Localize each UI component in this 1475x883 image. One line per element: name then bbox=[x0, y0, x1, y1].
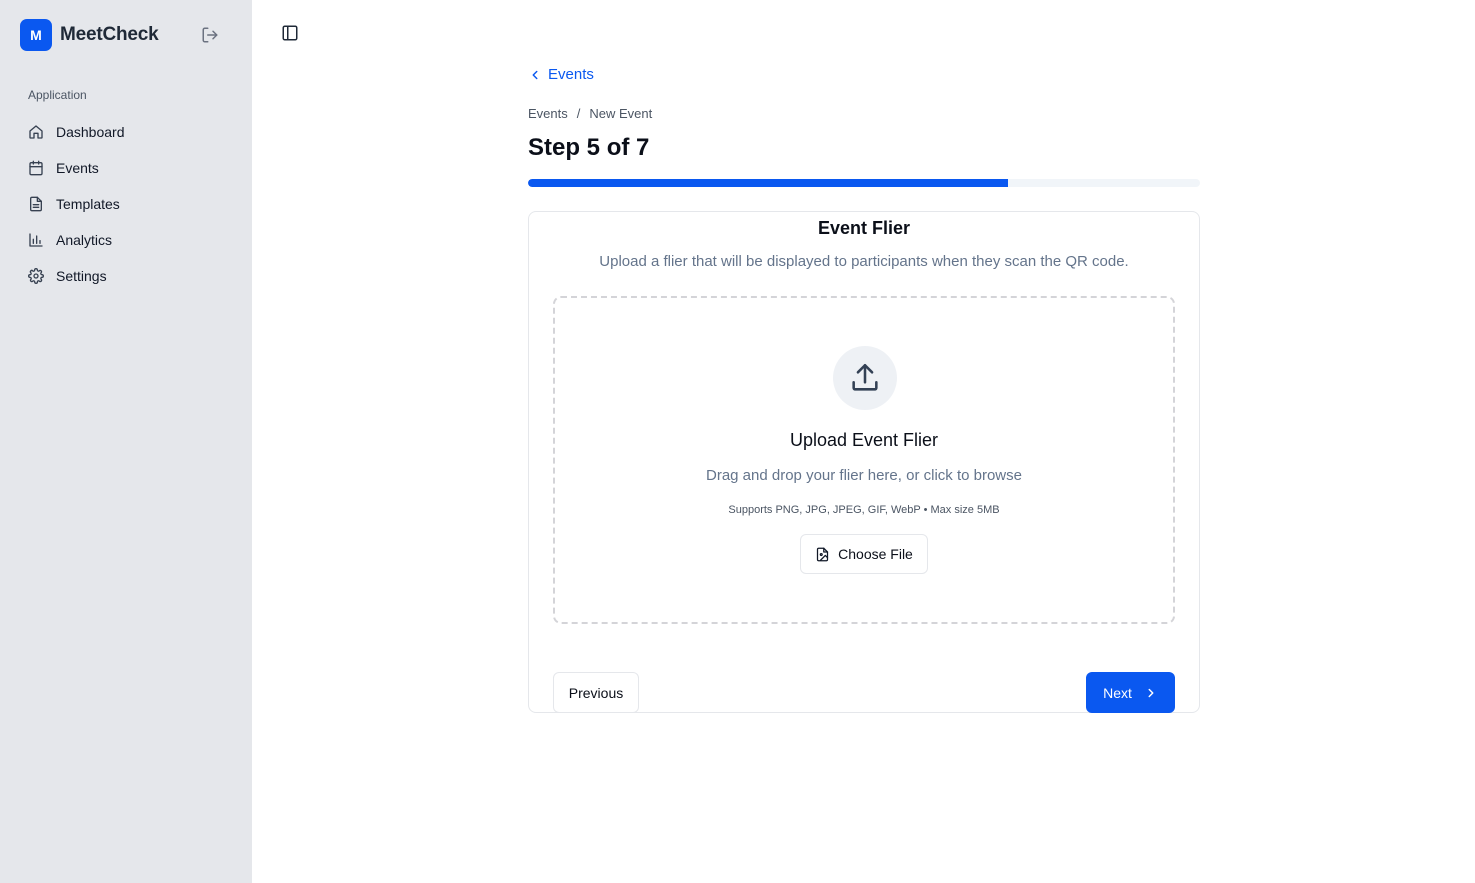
home-icon bbox=[29, 125, 43, 139]
sidebar-item-events[interactable]: Events bbox=[20, 150, 234, 186]
sidebar-item-analytics[interactable]: Analytics bbox=[20, 222, 234, 258]
choose-file-button[interactable]: Choose File bbox=[800, 534, 928, 574]
event-flier-card: Event Flier Upload a flier that will be … bbox=[528, 211, 1200, 713]
breadcrumb-current: New Event bbox=[589, 106, 653, 121]
app-logo: M bbox=[20, 19, 52, 51]
calendar-icon bbox=[29, 160, 43, 176]
previous-button[interactable]: Previous bbox=[553, 672, 639, 713]
sidebar-item-label: Settings bbox=[56, 268, 107, 284]
sidebar: M MeetCheck Application Dashboard Events… bbox=[0, 0, 252, 883]
back-link[interactable]: Events bbox=[528, 66, 594, 83]
app-name: MeetCheck bbox=[60, 24, 159, 45]
sidebar-item-dashboard[interactable]: Dashboard bbox=[20, 114, 234, 150]
sidebar-item-label: Analytics bbox=[56, 232, 113, 248]
chevron-left-icon bbox=[532, 70, 538, 79]
progress-bar bbox=[528, 179, 1200, 187]
card-title: Event Flier bbox=[817, 218, 911, 238]
next-label: Next bbox=[1103, 684, 1132, 701]
back-link-label: Events bbox=[548, 66, 594, 83]
upload-icon-circle bbox=[833, 346, 897, 410]
dropzone-description: Drag and drop your flier here, or click … bbox=[706, 467, 1022, 484]
previous-label: Previous bbox=[568, 684, 624, 701]
breadcrumb-separator: / bbox=[576, 106, 581, 121]
sidebar-toggle-icon[interactable] bbox=[281, 24, 299, 42]
sidebar-item-settings[interactable]: Settings bbox=[20, 258, 234, 294]
sidebar-item-label: Events bbox=[56, 160, 99, 176]
sidebar-item-label: Templates bbox=[56, 196, 120, 212]
document-icon bbox=[30, 196, 42, 212]
dropzone-formats: Supports PNG, JPG, JPEG, GIF, WebP • Max… bbox=[728, 504, 1000, 516]
chevron-right-icon bbox=[1148, 688, 1154, 697]
choose-file-label: Choose File bbox=[838, 546, 913, 562]
next-button[interactable]: Next bbox=[1086, 672, 1175, 713]
bar-chart-icon bbox=[29, 233, 43, 247]
file-image-icon bbox=[817, 547, 829, 561]
sidebar-item-templates[interactable]: Templates bbox=[20, 186, 234, 222]
upload-dropzone[interactable]: Upload Event Flier Drag and drop your fl… bbox=[553, 296, 1175, 624]
logout-icon[interactable] bbox=[201, 26, 219, 44]
brand[interactable]: M MeetCheck bbox=[20, 19, 159, 51]
sidebar-item-label: Dashboard bbox=[56, 124, 125, 140]
gear-icon bbox=[28, 268, 44, 284]
sidebar-section-label: Application bbox=[28, 88, 87, 102]
page-title: Step 5 of 7 bbox=[528, 134, 650, 161]
sidebar-nav: Dashboard Events Templates Analytics Set… bbox=[20, 114, 234, 294]
breadcrumb: Events / New Event bbox=[528, 106, 652, 121]
progress-fill bbox=[528, 179, 1008, 187]
upload-icon bbox=[852, 363, 878, 391]
card-description: Upload a flier that will be displayed to… bbox=[599, 253, 1129, 270]
breadcrumb-events[interactable]: Events bbox=[528, 106, 568, 121]
dropzone-title: Upload Event Flier bbox=[789, 430, 939, 450]
